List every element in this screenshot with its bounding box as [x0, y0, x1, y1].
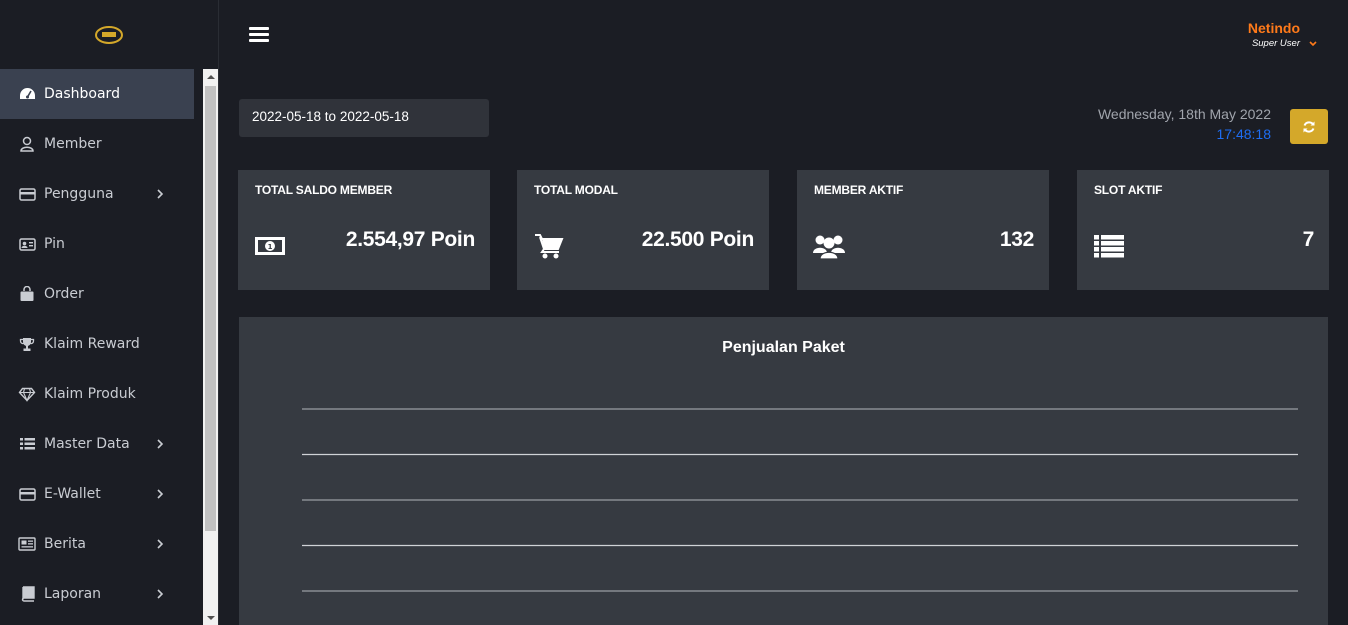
scroll-down-arrow-icon[interactable]: [203, 610, 218, 625]
stat-value: 132: [999, 228, 1034, 251]
stat-card-total-modal: TOTAL MODAL 22.500 Poin: [517, 170, 769, 290]
sidebar-item-label: Pengguna: [44, 186, 114, 202]
user-menu[interactable]: Netindo Super User: [1248, 20, 1300, 49]
sidebar-item-klaim-reward[interactable]: Klaim Reward: [0, 319, 194, 369]
sidebar-item-label: Dashboard: [44, 86, 120, 102]
sidebar-item-berita[interactable]: Berita: [0, 519, 194, 569]
scrollbar-thumb[interactable]: [205, 86, 216, 531]
date-range-input[interactable]: 2022-05-18 to 2022-05-18: [239, 99, 489, 137]
stat-title: TOTAL MODAL: [534, 183, 618, 197]
stat-title: SLOT AKTIF: [1094, 183, 1163, 197]
stat-value: 7: [1302, 228, 1315, 251]
stat-card-slot-aktif: SLOT AKTIF 7: [1077, 170, 1329, 290]
sales-chart-panel: Penjualan Paket: [239, 317, 1328, 625]
sidebar-item-order[interactable]: Order: [0, 269, 194, 319]
sidebar-item-label: Berita: [44, 536, 86, 552]
sidebar-item-master-data[interactable]: Master Data: [0, 419, 194, 469]
money-icon: 1: [253, 232, 287, 260]
sidebar-item-pin[interactable]: Pin: [0, 219, 194, 269]
newspaper-icon: [18, 535, 36, 553]
list-icon: [18, 435, 36, 453]
sidebar-item-label: Order: [44, 286, 84, 302]
chevron-down-icon[interactable]: [1307, 34, 1319, 47]
cart-icon: [532, 232, 566, 260]
dashboard-icon: [18, 85, 36, 103]
chevron-right-icon: [152, 586, 168, 602]
current-datetime: Wednesday, 18th May 2022 17:48:18: [1098, 106, 1271, 142]
sidebar-item-e-wallet[interactable]: E-Wallet: [0, 469, 194, 519]
list-icon: [1092, 232, 1126, 260]
menu-toggle-icon[interactable]: [249, 27, 269, 42]
chevron-right-icon: [152, 536, 168, 552]
stat-value: 2.554,97 Poin: [345, 228, 475, 251]
current-date: Wednesday, 18th May 2022: [1097, 106, 1271, 122]
sidebar-item-label: Member: [44, 136, 102, 152]
user-icon: [18, 135, 36, 153]
sidebar-scrollbar[interactable]: [203, 69, 218, 625]
stat-card-member-aktif: MEMBER AKTIF 132: [797, 170, 1049, 290]
brand-logo[interactable]: [94, 24, 124, 46]
trophy-icon: [18, 335, 36, 353]
refresh-button[interactable]: [1290, 109, 1328, 144]
sidebar-item-label: Master Data: [44, 436, 130, 452]
sidebar-item-laporan[interactable]: Laporan: [0, 569, 194, 619]
stat-title: MEMBER AKTIF: [814, 183, 904, 197]
sidebar-item-label: Klaim Produk: [44, 386, 136, 402]
current-time: 17:48:18: [1216, 126, 1272, 142]
scroll-up-arrow-icon[interactable]: [203, 69, 218, 84]
sidebar-item-klaim-produk[interactable]: Klaim Produk: [0, 369, 194, 419]
sidebar-item-member[interactable]: Member: [0, 119, 194, 169]
user-role: Super User: [1251, 38, 1300, 49]
sidebar-item-pengguna[interactable]: Pengguna: [0, 169, 194, 219]
stat-value: 22.500 Poin: [641, 228, 755, 251]
sales-chart: [302, 408, 1298, 592]
stat-title: TOTAL SALDO MEMBER: [255, 183, 393, 197]
sidebar-item-label: Pin: [44, 236, 65, 252]
chevron-right-icon: [152, 436, 168, 452]
sidebar: Dashboard Member Pengguna Pin Order Klai…: [0, 0, 219, 625]
stat-card-total-saldo-member: TOTAL SALDO MEMBER 1 2.554,97 Poin: [238, 170, 490, 290]
user-name: Netindo: [1247, 20, 1300, 36]
sidebar-nav: Dashboard Member Pengguna Pin Order Klai…: [0, 69, 194, 619]
chevron-right-icon: [152, 186, 168, 202]
chevron-right-icon: [152, 486, 168, 502]
refresh-icon: [1303, 120, 1315, 133]
credit-card-icon: [18, 485, 36, 503]
svg-text:1: 1: [268, 243, 273, 251]
users-icon: [812, 232, 846, 260]
sidebar-item-label: E-Wallet: [44, 486, 101, 502]
shopping-bag-icon: [18, 285, 36, 303]
book-icon: [18, 585, 36, 603]
credit-card-icon: [18, 185, 36, 203]
id-card-icon: [18, 235, 36, 253]
diamond-icon: [18, 385, 36, 403]
sidebar-item-dashboard[interactable]: Dashboard: [0, 69, 194, 119]
sidebar-item-label: Laporan: [44, 586, 102, 602]
sidebar-item-label: Klaim Reward: [44, 336, 140, 352]
